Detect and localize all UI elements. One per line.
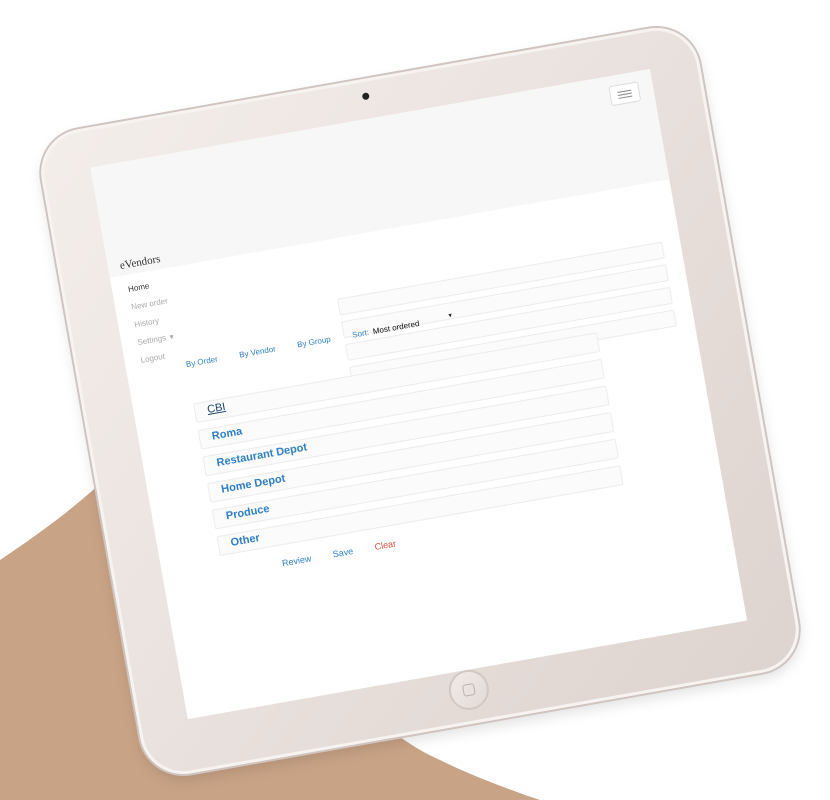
review-button[interactable]: Review — [281, 553, 312, 568]
tablet-screen: eVendors Home New order History Settings… — [90, 69, 748, 720]
dropdown-arrow-icon: ▼ — [446, 312, 454, 320]
tab-by-order[interactable]: By Order — [185, 355, 218, 369]
brand-title[interactable]: eVendors — [119, 253, 161, 272]
camera-icon — [361, 92, 370, 101]
tab-by-vendor[interactable]: By Vendor — [239, 344, 277, 359]
vendor-list: CBI Roma Restaurant Depot Home Depot Pro… — [192, 332, 625, 563]
save-button[interactable]: Save — [332, 546, 354, 559]
vendor-label: Roma — [210, 425, 244, 443]
vendor-label: Restaurant Depot — [215, 441, 309, 470]
caret-down-icon: ▼ — [167, 333, 176, 342]
vendor-label: Produce — [225, 502, 271, 523]
vendor-label: Other — [229, 532, 261, 549]
menu-toggle-icon[interactable] — [608, 81, 642, 107]
tablet-device: eVendors Home New order History Settings… — [34, 20, 806, 782]
tab-by-group[interactable]: By Group — [297, 335, 332, 350]
nav-item-settings-label: Settings — [136, 333, 167, 348]
home-button[interactable] — [445, 666, 493, 714]
clear-button[interactable]: Clear — [374, 538, 397, 552]
nav-menu: Home New order History Settings ▼ Logout — [127, 274, 180, 369]
vendor-label: Home Depot — [220, 472, 287, 496]
vendor-label: CBI — [206, 400, 227, 416]
